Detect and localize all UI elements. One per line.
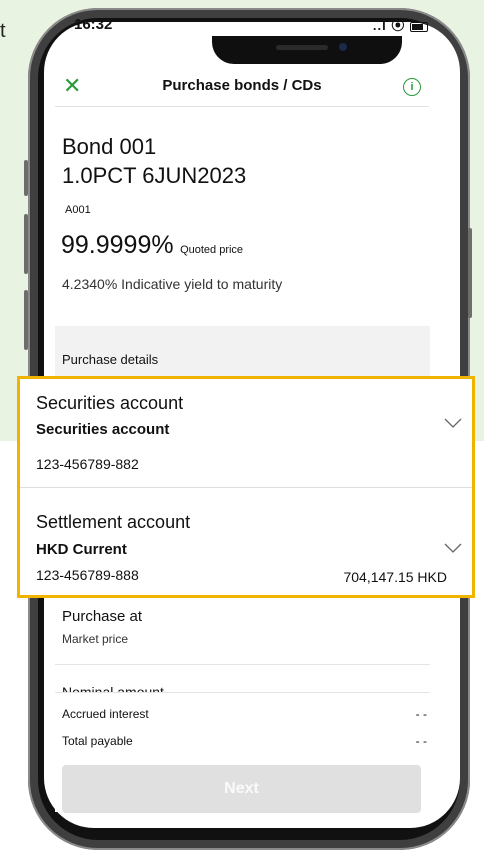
- battery-icon: [410, 21, 428, 32]
- settlement-account-selector[interactable]: HKD Current: [36, 541, 127, 558]
- securities-account-title: Securities account: [36, 393, 184, 413]
- total-payable-value: - -: [415, 734, 427, 748]
- speaker-grille: [276, 45, 328, 50]
- quoted-price-row: 99.9999% Quoted price: [61, 231, 243, 260]
- mute-switch: [24, 160, 28, 196]
- power-button: [468, 228, 472, 318]
- indicative-yield: 4.2340% Indicative yield to maturity: [62, 276, 283, 292]
- nav-divider: [55, 106, 429, 107]
- status-time: 16:32: [74, 16, 113, 33]
- settlement-account-title: Settlement account: [36, 512, 191, 532]
- purchase-at-value[interactable]: Market price: [62, 632, 128, 646]
- front-camera: [339, 43, 347, 51]
- quoted-price-value: 99.9999%: [61, 231, 174, 259]
- total-payable-label: Total payable: [62, 734, 133, 748]
- status-icons: ..l ⦿: [373, 15, 428, 34]
- accrued-interest-label: Accrued interest: [62, 707, 149, 721]
- account-divider: [20, 487, 472, 488]
- corner-text-fragment: t: [0, 20, 6, 42]
- bond-code: A001: [65, 204, 91, 216]
- settlement-account-number: 123-456789-888: [36, 567, 139, 583]
- chevron-down-icon[interactable]: [444, 418, 462, 428]
- accrued-interest-value: - -: [415, 707, 427, 721]
- next-button[interactable]: Next: [62, 765, 421, 813]
- quoted-price-label: Quoted price: [180, 244, 244, 256]
- securities-account-number: 123-456789-882: [36, 456, 139, 472]
- purchase-at-label: Purchase at: [62, 608, 143, 625]
- signal-icon: ..l: [372, 18, 387, 33]
- wifi-icon: ⦿: [391, 18, 406, 33]
- bond-description: 1.0PCT 6JUN2023: [62, 163, 247, 188]
- nominal-amount-label: Nominal amount: [62, 684, 164, 692]
- row-divider: [55, 664, 430, 665]
- volume-up-button: [24, 214, 28, 274]
- settlement-account-balance: 704,147.15 HKD: [343, 569, 447, 585]
- bond-name: Bond 001: [62, 134, 157, 159]
- section-header-purchase-details: Purchase details: [62, 352, 159, 367]
- notch: [212, 36, 402, 64]
- section-header-background: [55, 326, 430, 376]
- chevron-down-icon[interactable]: [444, 543, 462, 553]
- volume-down-button: [24, 290, 28, 350]
- info-icon[interactable]: i: [403, 78, 421, 96]
- summary-divider: [55, 692, 430, 693]
- securities-account-selector[interactable]: Securities account: [36, 421, 169, 438]
